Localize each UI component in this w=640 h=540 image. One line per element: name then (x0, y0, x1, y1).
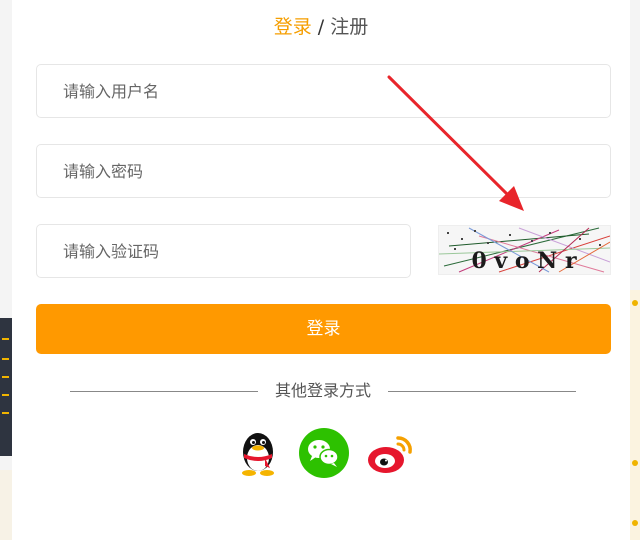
auth-tabs: 登录 / 注册 (12, 14, 630, 40)
background-left-bottom (0, 470, 12, 540)
weibo-login-button[interactable] (364, 428, 416, 478)
tab-register[interactable]: 注册 (330, 16, 368, 38)
background-left-edge (0, 0, 12, 540)
captcha-text: 0 v o N r (471, 248, 577, 274)
divider-line-right (388, 391, 576, 392)
wechat-icon (299, 428, 349, 478)
tab-login[interactable]: 登录 (274, 16, 312, 38)
login-panel: 登录 / 注册 请输入用户名 请输入验证码 0 v o N r 登录 其他登录方… (12, 0, 630, 540)
password-input[interactable] (37, 145, 610, 197)
username-field (36, 64, 611, 118)
tab-separator: / (317, 16, 325, 38)
background-left-dark-strip (0, 318, 12, 456)
login-button[interactable]: 登录 (36, 304, 611, 354)
captcha-field (36, 224, 411, 278)
username-input[interactable] (37, 65, 610, 117)
captcha-image[interactable]: 0 v o N r (438, 225, 611, 275)
other-login-divider: 其他登录方式 (70, 380, 576, 402)
background-right-accent (630, 290, 640, 540)
qq-icon (242, 433, 274, 476)
wechat-login-button[interactable] (298, 428, 350, 478)
qq-login-button[interactable] (232, 428, 284, 478)
captcha-graphic: 0 v o N r (439, 226, 610, 274)
password-field (36, 144, 611, 198)
weibo-icon (368, 436, 412, 473)
captcha-input[interactable] (37, 225, 410, 277)
